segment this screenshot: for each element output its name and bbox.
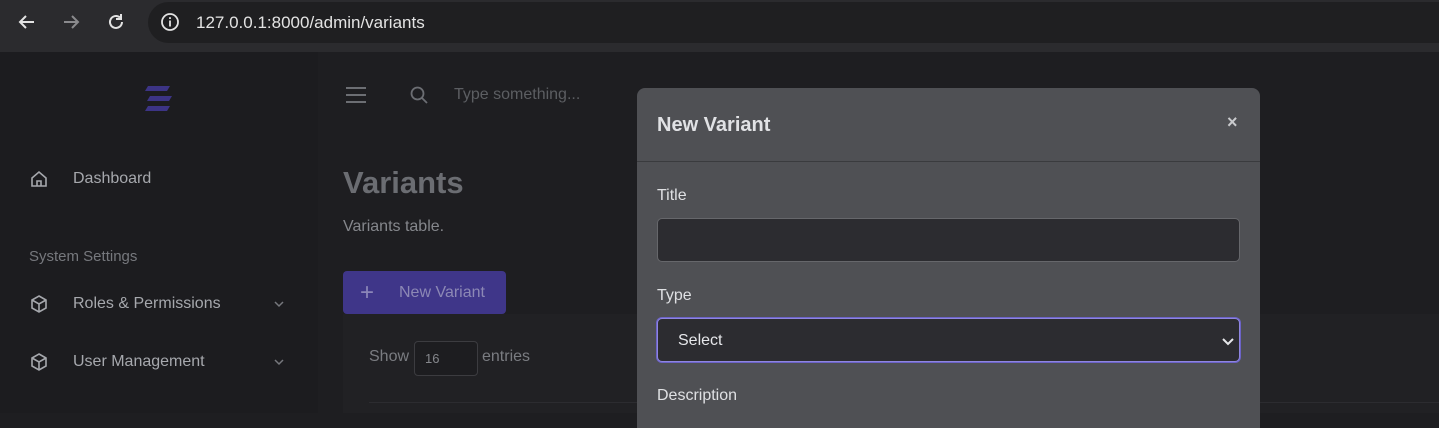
cube-icon: [28, 293, 50, 315]
new-variant-button-label: New Variant: [399, 284, 485, 301]
browser-toolbar: 127.0.0.1:8000/admin/variants: [0, 0, 1439, 44]
sidebar: Dashboard System Settings Roles & Permis…: [0, 52, 318, 413]
chevron-down-icon: [272, 355, 286, 369]
plus-icon: +: [360, 279, 375, 306]
type-field-label: Type: [657, 287, 692, 304]
chevron-down-icon: [272, 297, 286, 311]
site-info-icon[interactable]: [160, 12, 180, 32]
sidebar-item-label: Roles & Permissions: [73, 295, 221, 312]
sidebar-section-title: System Settings: [29, 248, 138, 265]
close-icon[interactable]: ×: [1227, 112, 1238, 133]
sidebar-item-label: Dashboard: [73, 170, 152, 187]
sidebar-item-roles-permissions[interactable]: Roles & Permissions: [0, 286, 318, 322]
page-subtitle: Variants table.: [343, 218, 445, 235]
page-size-select[interactable]: 16: [414, 341, 478, 376]
forward-arrow-icon[interactable]: [58, 9, 84, 35]
modal-header: New Variant ×: [637, 88, 1260, 162]
sidebar-item-dashboard[interactable]: Dashboard: [0, 161, 318, 197]
page-title: Variants: [343, 165, 464, 200]
title-field-label: Title: [657, 187, 687, 204]
description-field-label: Description: [657, 387, 738, 404]
browser-separator: [0, 44, 1439, 52]
new-variant-button[interactable]: + New Variant: [343, 271, 506, 314]
sidebar-item-user-management[interactable]: User Management: [0, 344, 318, 380]
sidebar-item-label: User Management: [73, 353, 205, 370]
type-select[interactable]: Select: [657, 318, 1240, 362]
chevron-down-icon: [1221, 334, 1235, 348]
title-field[interactable]: [657, 218, 1240, 262]
reload-icon[interactable]: [103, 9, 129, 35]
cube-icon: [28, 351, 50, 373]
new-variant-modal: New Variant × Title Type Select Descript…: [637, 88, 1260, 428]
search-input[interactable]: [454, 82, 654, 108]
url-text: 127.0.0.1:8000/admin/variants: [196, 13, 425, 32]
entries-label: entries: [482, 348, 531, 365]
search-icon: [409, 85, 429, 105]
hamburger-menu-icon[interactable]: [346, 86, 368, 104]
address-bar[interactable]: 127.0.0.1:8000/admin/variants: [148, 2, 1439, 43]
type-select-value: Select: [678, 332, 723, 349]
home-icon: [28, 168, 50, 190]
modal-title: New Variant: [657, 114, 771, 136]
show-label: Show: [369, 348, 410, 365]
brand-logo-icon[interactable]: [142, 82, 176, 116]
back-arrow-icon[interactable]: [14, 9, 40, 35]
